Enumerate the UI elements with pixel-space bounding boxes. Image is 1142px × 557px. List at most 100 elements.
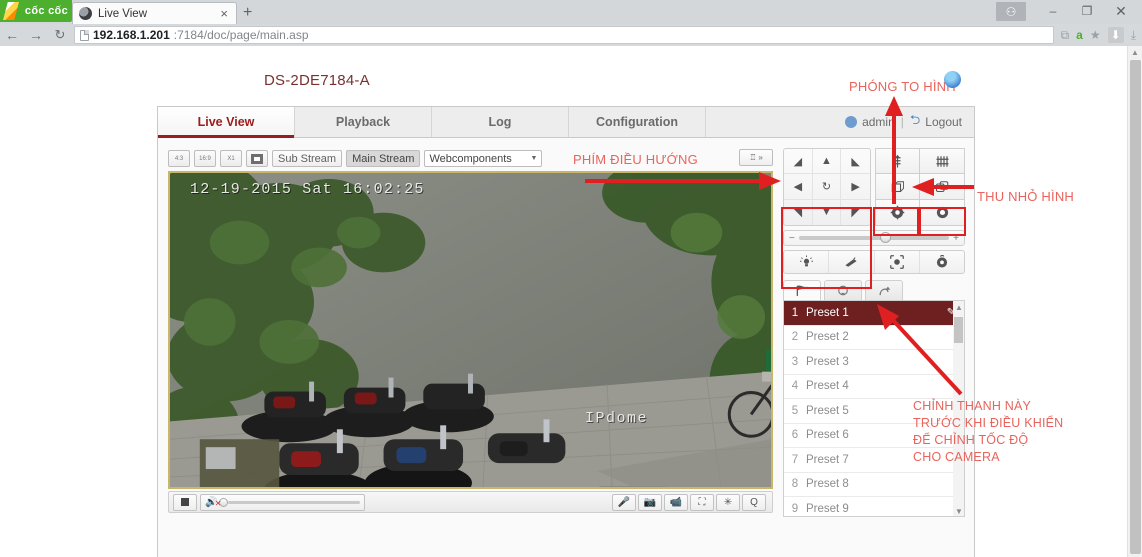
highlight-box-zoom-in [873,207,919,236]
video-camera-name-overlay: IPdome [585,410,649,427]
logout-button[interactable]: ⮌ Logout [910,111,962,133]
plugin-select-value: Webcomponents [429,152,512,165]
arrow-up-left-icon: ◢ [793,155,803,168]
aspect-ratio-stretch-button[interactable] [246,150,268,167]
arrow-zoom-in [885,96,903,204]
highlight-box-zoom-out [919,207,966,236]
tab-live-view-label: Live View [197,115,255,129]
ptz-zoom-out-button[interactable] [920,148,965,174]
ptz-up-left-button[interactable]: ◢ [784,149,813,175]
volume-slider-track[interactable] [228,500,361,504]
tab-playback[interactable]: Playback [295,107,432,137]
reload-icon[interactable]: ↻ [48,27,72,43]
video-display[interactable]: 12-19-2015 Sat 16:02:25 IPdome [168,171,773,489]
page-scrollbar[interactable]: ▲ [1127,46,1142,557]
logout-icon: ⮌ [909,112,921,127]
manual-record-button[interactable]: ♖» [739,149,773,166]
aspect-ratio-16-9-button[interactable]: 16:9 [194,150,216,167]
record-button[interactable]: 📹 [664,493,688,511]
sub-stream-button[interactable]: Sub Stream [272,150,343,167]
page-scroll-up-icon[interactable]: ▲ [1131,48,1139,57]
live-video-image [170,173,771,487]
page-favicon-icon [79,7,92,20]
annotation-nav-keys-label: PHÍM ĐIỀU HƯỚNG [573,152,698,167]
double-chevron-icon: » [758,153,763,162]
coccoc-brand-logo[interactable]: cốc cốc [0,0,72,22]
url-host: 192.168.1.201 [93,28,170,42]
aspect-ratio-4-3-button[interactable]: 4:3 [168,150,190,167]
highlight-box-ptz-pad [781,207,872,289]
preset-list-item[interactable]: 8 Preset 8 [784,473,964,497]
video-timestamp-overlay: 12-19-2015 Sat 16:02:25 [190,181,425,198]
main-stream-button[interactable]: Main Stream [346,150,421,167]
profile-icon[interactable]: ⚇ [996,2,1026,21]
forward-icon[interactable]: → [24,27,48,43]
auxiliary-focus-icon [889,255,904,269]
coccoc-brand-label: cốc cốc [24,5,68,17]
tab-playback-label: Playback [335,115,391,129]
downloads-icon[interactable]: ⤓ [1131,28,1136,43]
address-bar[interactable]: 192.168.1.201:7184/doc/page/main.asp [74,26,1054,44]
digital-zoom-button[interactable]: ⛶ [690,493,714,511]
close-icon[interactable]: × [218,6,230,21]
preset-number: 7 [791,453,799,466]
scroll-down-icon[interactable]: ▼ [955,507,963,516]
ptz-up-right-button[interactable]: ◣ [841,149,870,175]
sub-stream-label: Sub Stream [278,152,337,165]
tab-configuration[interactable]: Configuration [569,107,706,137]
camera-icon: 📷 [643,496,657,508]
speaker-mute-icon[interactable]: 🔊 ✕ [205,497,221,508]
region-zoom-button[interactable]: Q [742,493,766,511]
trophy-icon: ♖ [749,153,757,162]
auxiliary-focus-button[interactable] [875,251,920,273]
new-tab-button[interactable]: + [243,4,252,22]
adblock-icon[interactable]: a [1076,28,1083,42]
lens-initialization-button[interactable] [920,251,964,273]
preset-name: Preset 9 [806,502,849,515]
minimize-icon[interactable]: – [1038,0,1068,22]
page-scrollbar-thumb[interactable] [1130,60,1141,554]
tab-live-view[interactable]: Live View [158,107,295,138]
plugin-select[interactable]: Webcomponents ▼ [424,150,543,167]
arrow-up-icon: ▲ [821,155,832,168]
preset-number: 3 [791,355,799,368]
tab-log[interactable]: Log [432,107,569,137]
microphone-button[interactable]: 🎤 [612,493,636,511]
ptz-up-button[interactable]: ▲ [812,149,842,175]
chevron-down-icon: ▼ [530,155,538,162]
back-icon[interactable]: ← [0,27,24,43]
stretch-icon [251,153,263,164]
browser-chrome: cốc cốc Live View × + ⚇ – ❐ ✕ ← → ↻ 192.… [0,0,1142,46]
live-view-panel: 4:3 16:9 X1 Sub Stream Main Stream Webco… [157,138,975,557]
arrow-nav-keys [585,172,781,190]
preset-list-item[interactable]: 9 Preset 9 [784,497,964,516]
page-info-icon[interactable] [80,29,89,41]
stop-button[interactable] [173,493,197,511]
maximize-icon[interactable]: ❐ [1072,0,1102,22]
tab-configuration-label: Configuration [596,115,678,129]
lens-correction-button[interactable]: ✳ [716,493,740,511]
microphone-icon: 🎤 [617,496,631,508]
video-control-toolbar: 🔊 ✕ 🎤 📷 📹 ⛶ ✳ Q [168,491,773,513]
annotation-speed-label: CHỈNH THANH NÀY TRƯỚC KHI ĐIỀU KHIỂN ĐỂ … [913,399,1064,464]
snapshot-button[interactable]: 📷 [638,493,662,511]
browser-tab-title: Live View [98,7,148,20]
arrow-up-right-icon: ◣ [851,155,860,168]
window-close-icon[interactable]: ✕ [1106,0,1136,22]
bookmark-star-icon[interactable]: ★ [1090,28,1101,42]
main-stream-label: Main Stream [352,152,415,165]
download-active-icon[interactable]: ⬇ [1107,27,1124,43]
preset-number: 5 [791,404,799,417]
volume-control[interactable]: 🔊 ✕ [200,493,366,511]
ptz-right-button[interactable]: ▶ [841,174,870,200]
ptz-left-button[interactable]: ◀ [784,174,813,200]
lens-init-icon [936,255,947,268]
tab-strip: cốc cốc Live View × + ⚇ – ❐ ✕ [0,0,1142,24]
aspect-ratio-original-button[interactable]: X1 [220,150,242,167]
preset-number: 4 [791,380,799,393]
video-column: 4:3 16:9 X1 Sub Stream Main Stream Webco… [168,148,773,513]
browser-tab-live-view[interactable]: Live View × [72,2,237,24]
ptz-auto-scan-button[interactable]: ↻ [812,174,842,200]
preset-name: Preset 8 [806,478,849,491]
extension-icon[interactable]: ⧉ [1061,28,1070,43]
